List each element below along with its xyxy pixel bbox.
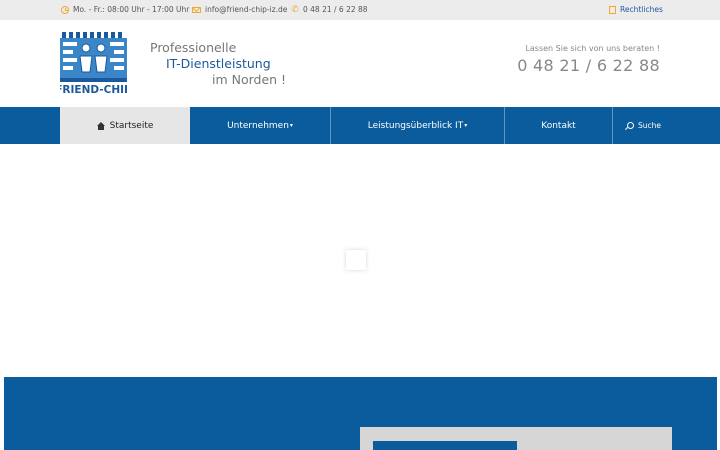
phone-icon: ✆ <box>291 4 299 15</box>
tagline-line-2: IT-Dienstleistung <box>166 56 271 71</box>
nav-label-unternehmen: Unternehmen <box>227 120 289 131</box>
main-navigation: Startseite Unternehmen ▾ Leistungsüberbl… <box>0 107 720 144</box>
nav-item-unternehmen[interactable]: Unternehmen ▾ <box>190 107 331 144</box>
legal-text[interactable]: Rechtliches <box>620 5 663 14</box>
search-label: Suche <box>637 121 661 130</box>
email-link[interactable]: info@friend-chip-iz.de <box>192 5 287 14</box>
opening-hours-text: Mo. - Fr.: 08:00 Uhr - 17:00 Uhr <box>73 5 190 14</box>
top-info-bar: Mo. - Fr.: 08:00 Uhr - 17:00 Uhr info@fr… <box>0 0 720 20</box>
clock-icon <box>61 5 69 14</box>
nav-item-startseite[interactable]: Startseite <box>60 107 190 144</box>
search-button[interactable]: Suche <box>613 107 675 144</box>
site-header: FRIEND-CHIP Professionelle IT-Dienstleis… <box>0 20 720 107</box>
nav-label-startseite: Startseite <box>109 120 154 131</box>
home-icon <box>96 121 106 130</box>
search-icon <box>626 122 634 129</box>
nav-item-kontakt[interactable]: Kontakt <box>505 107 613 144</box>
chevron-down-icon: ▾ <box>289 122 293 129</box>
logo-text: FRIEND-CHIP <box>60 84 127 96</box>
contact-phone[interactable]: 0 48 21 / 6 22 88 <box>517 56 660 75</box>
email-text[interactable]: info@friend-chip-iz.de <box>205 5 287 14</box>
friend-chip-logo[interactable]: FRIEND-CHIP <box>60 32 127 96</box>
opening-hours: Mo. - Fr.: 08:00 Uhr - 17:00 Uhr <box>61 5 189 14</box>
tagline-line-1: Professionelle <box>150 40 237 55</box>
tagline: Professionelle IT-Dienstleistung im Nord… <box>150 40 286 88</box>
tagline-line-3: im Norden ! <box>212 72 287 87</box>
phone-text[interactable]: 0 48 21 / 6 22 88 <box>303 5 368 14</box>
nav-item-leistungsueberblick[interactable]: Leistungsüberblick IT ▾ <box>331 107 505 144</box>
card-button[interactable] <box>373 441 517 450</box>
phone-link[interactable]: ✆ 0 48 21 / 6 22 88 <box>291 4 368 15</box>
header-contact: Lassen Sie sich von uns beraten ! 0 48 2… <box>517 44 660 75</box>
legal-link[interactable]: Rechtliches <box>609 5 663 14</box>
nav-label-leistungsueberblick: Leistungsüberblick IT <box>367 120 464 131</box>
contact-prompt: Lassen Sie sich von uns beraten ! <box>525 44 660 53</box>
mail-icon <box>192 6 201 13</box>
document-icon <box>609 5 616 14</box>
nav-label-kontakt: Kontakt <box>541 120 576 131</box>
chevron-down-icon: ▾ <box>464 122 468 129</box>
loading-spinner <box>346 250 366 270</box>
